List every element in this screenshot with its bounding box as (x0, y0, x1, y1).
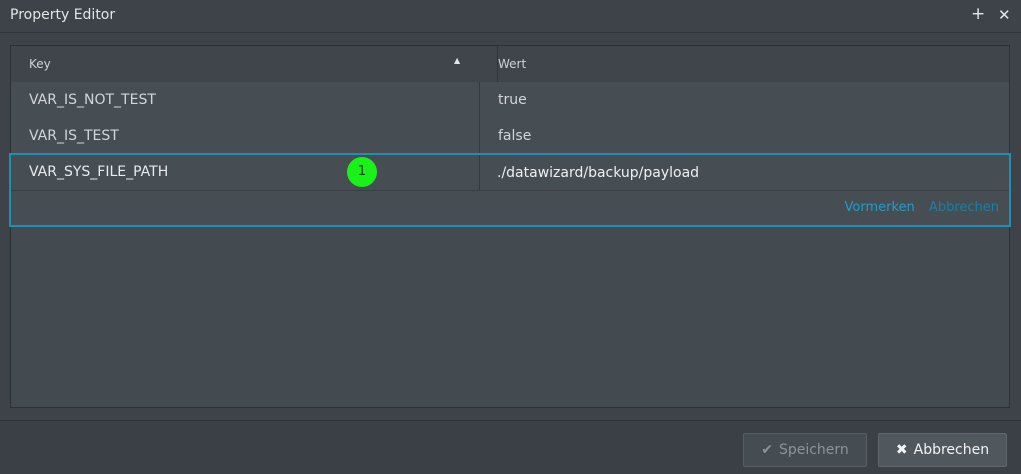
window-title: Property Editor (10, 7, 116, 23)
edit-row-editor: VAR_SYS_FILE_PATH 1 Vormerken Abbrechen (9, 153, 1011, 227)
table-row[interactable]: VAR_IS_NOT_TEST true (11, 82, 1009, 119)
editing-key-cell: VAR_SYS_FILE_PATH (11, 155, 480, 190)
abbrechen-link[interactable]: Abbrechen (929, 200, 999, 215)
checkmark-icon: ✔ (761, 442, 773, 458)
property-grid: Key ▲ Wert VAR_IS_NOT_TEST true VAR_IS_T… (9, 45, 1011, 408)
table-row[interactable]: VAR_IS_TEST false (11, 118, 1009, 155)
save-button-label: Speichern (778, 442, 849, 458)
row-value-cell: false (498, 128, 532, 144)
column-header-value-label: Wert (498, 57, 527, 71)
cancel-button[interactable]: ✖ Abbrechen (878, 433, 1007, 467)
property-editor-window: Property Editor + ✕ Key ▲ Wert VAR_IS_NO… (0, 0, 1021, 474)
cancel-button-label: Abbrechen (913, 442, 990, 458)
value-input[interactable] (497, 161, 987, 185)
vormerken-link[interactable]: Vormerken (845, 200, 915, 215)
title-bar: Property Editor + ✕ (0, 0, 1021, 33)
edit-actions: Vormerken Abbrechen (835, 200, 999, 215)
column-header-value[interactable]: Wert (480, 46, 1009, 82)
plus-icon[interactable]: + (971, 4, 985, 24)
column-header-key-label: Key (29, 57, 51, 71)
editing-row: VAR_SYS_FILE_PATH 1 (11, 155, 1009, 191)
column-header-key[interactable]: Key ▲ (11, 46, 498, 82)
dialog-footer: ✔ Speichern ✖ Abbrechen (0, 420, 1021, 474)
row-key-cell: VAR_IS_NOT_TEST (11, 82, 480, 118)
close-icon[interactable]: ✕ (998, 5, 1011, 25)
grid-header: Key ▲ Wert (11, 46, 1009, 83)
step-marker: 1 (347, 157, 377, 187)
save-button[interactable]: ✔ Speichern (743, 433, 867, 467)
x-icon: ✖ (895, 442, 908, 458)
row-value-cell: true (498, 92, 527, 108)
sort-ascending-icon: ▲ (454, 56, 461, 65)
row-key-cell: VAR_IS_TEST (11, 118, 480, 154)
